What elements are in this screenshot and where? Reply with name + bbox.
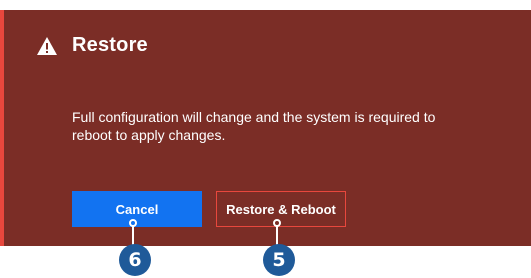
dialog-message: Full configuration will change and the s… <box>72 109 436 143</box>
restore-dialog: Restore Full configuration will change a… <box>0 10 531 246</box>
warning-triangle-icon <box>36 36 58 56</box>
callout-badge-restore: 5 <box>263 244 295 276</box>
dialog-header: Restore <box>36 34 148 57</box>
restore-callout-line <box>276 226 278 246</box>
cancel-button[interactable]: Cancel <box>72 191 202 227</box>
dialog-title: Restore <box>72 34 148 56</box>
restore-reboot-button[interactable]: Restore & Reboot <box>216 191 346 227</box>
cancel-callout-line <box>132 226 134 246</box>
callout-badge-cancel: 6 <box>119 244 151 276</box>
